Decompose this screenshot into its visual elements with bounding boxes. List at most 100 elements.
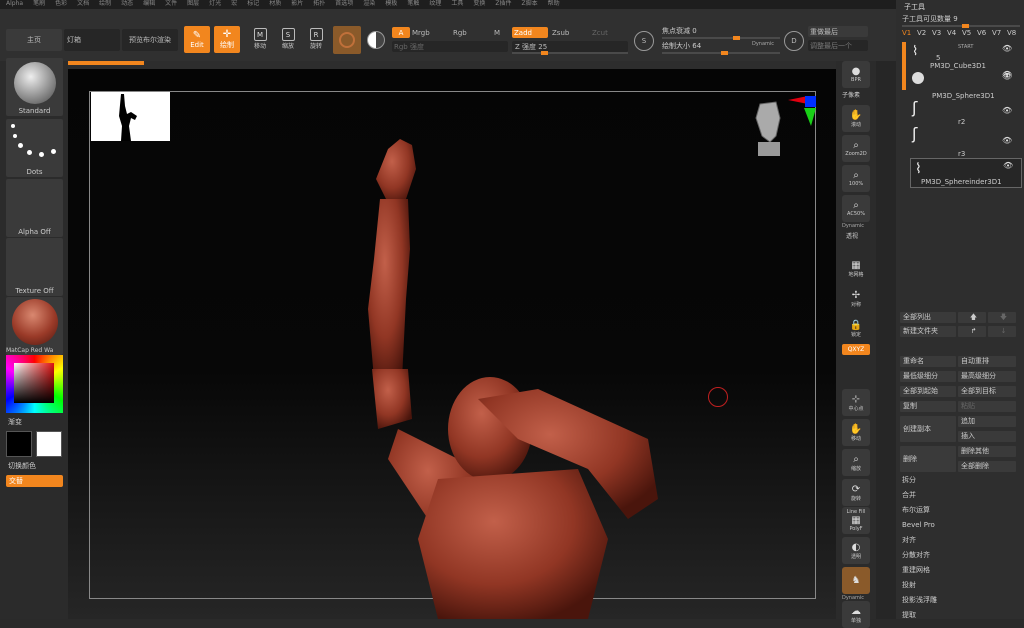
all-to-top-button[interactable]: 全部到起始	[900, 386, 956, 397]
version-tab[interactable]: V5	[962, 29, 971, 37]
version-tab[interactable]: V3	[932, 29, 941, 37]
menu-item[interactable]: 灯光	[209, 0, 221, 9]
menu-item[interactable]: 文件	[165, 0, 177, 9]
insert-button[interactable]: 插入	[958, 431, 1016, 442]
z-intensity-slider[interactable]: Z 强度 25	[512, 41, 628, 52]
version-tab[interactable]: V2	[917, 29, 926, 37]
subtool-menu-item[interactable]: 拆分	[900, 474, 1018, 486]
menu-item[interactable]: 编辑	[143, 0, 155, 9]
menu-item[interactable]: 笔刷	[33, 0, 45, 9]
highest-subdiv-button[interactable]: 最高级细分	[958, 371, 1016, 382]
new-folder-button[interactable]: 新建文件夹	[900, 326, 956, 337]
menu-item[interactable]: 动态	[121, 0, 133, 9]
sculpt-model[interactable]	[328, 139, 668, 619]
move-button[interactable]: M 移动	[249, 26, 271, 52]
actual-size-button[interactable]: ⌕ 100%	[842, 165, 870, 192]
draw-size-track[interactable]	[662, 51, 780, 55]
eye-icon[interactable]: 👁	[1003, 161, 1013, 170]
texture-selector[interactable]: Texture Off	[6, 238, 63, 296]
subtool-menu-item[interactable]: 提取	[900, 609, 1018, 621]
m-button[interactable]: M	[490, 27, 504, 38]
alpha-selector[interactable]: Alpha Off	[6, 179, 63, 237]
eye-icon[interactable]: 👁	[1002, 106, 1012, 115]
subtool-row[interactable]: PM3D_Sphere3D1 👁	[910, 70, 1022, 100]
scroll-button[interactable]: ✋ 滚动	[842, 105, 870, 132]
scroll-indicator[interactable]	[902, 42, 906, 90]
perspective-button[interactable]: 透视	[846, 231, 858, 240]
subtool-menu-item[interactable]: 投射	[900, 579, 1018, 591]
version-tab[interactable]: V7	[992, 29, 1001, 37]
draw-button[interactable]: ✛ 绘制	[214, 26, 240, 53]
lock-button[interactable]: 🔒 锁定	[842, 315, 870, 342]
scale-button[interactable]: S 缩放	[277, 26, 299, 52]
menu-item[interactable]: 渲染	[363, 0, 375, 9]
lightbox-button[interactable]: 灯箱	[64, 29, 120, 51]
secondary-color-swatch[interactable]	[36, 431, 62, 457]
subtool-menu-item[interactable]: 对齐	[900, 534, 1018, 546]
menu-item[interactable]: 首选项	[335, 0, 353, 9]
paste-button[interactable]: 粘贴	[958, 401, 1016, 412]
subtool-row[interactable]: ʃ r3 👁	[910, 124, 1022, 158]
menu-item[interactable]: 纹理	[429, 0, 441, 9]
stroke-selector[interactable]: Dots	[6, 119, 63, 177]
document-canvas[interactable]	[68, 69, 836, 619]
menu-item[interactable]: 宏	[231, 0, 237, 9]
menu-item[interactable]: 影片	[291, 0, 303, 9]
menu-item[interactable]: 绘制	[99, 0, 111, 9]
bpr-button[interactable]: ● BPR	[842, 61, 870, 88]
subtool-row-selected[interactable]: ⌇ PM3D_Sphereinder3D1 👁	[910, 158, 1022, 188]
zoom2d-button[interactable]: ⌕ Zoom2D	[842, 135, 870, 162]
subtool-menu-item[interactable]: 布尔运算	[900, 504, 1018, 516]
gradient-label[interactable]: 渐变	[8, 417, 22, 427]
visible-count-knob[interactable]	[962, 24, 969, 28]
frame-center-button[interactable]: ⊹ 中心点	[842, 389, 870, 416]
version-tab[interactable]: V6	[977, 29, 986, 37]
focal-shift-track[interactable]	[662, 36, 780, 40]
replay-last-relative-button[interactable]: 调整最后一个	[808, 40, 868, 51]
color-mode-button[interactable]	[364, 28, 388, 52]
version-tab[interactable]: V1	[902, 29, 911, 37]
zsub-button[interactable]: Zsub	[552, 27, 588, 38]
rgb-button[interactable]: Rgb	[453, 27, 483, 38]
menu-item[interactable]: 图层	[187, 0, 199, 9]
lowest-subdiv-button[interactable]: 最低级细分	[900, 371, 956, 382]
focal-shift-knob[interactable]	[732, 36, 740, 40]
subtool-row[interactable]: ʃ r2 👁	[910, 98, 1022, 128]
orientation-gizmo[interactable]	[748, 84, 818, 174]
list-all-button[interactable]: 全部列出	[900, 312, 956, 323]
move-to-button[interactable]: ↱	[958, 326, 986, 337]
menu-item[interactable]: 标记	[247, 0, 259, 9]
move-down-button[interactable]: 🡇	[988, 312, 1016, 323]
replay-last-button[interactable]: 重做最后	[808, 26, 868, 37]
s-button[interactable]: S	[634, 31, 654, 51]
move-view-button[interactable]: ✋ 移动	[842, 419, 870, 446]
menu-item[interactable]: 材质	[269, 0, 281, 9]
z-intensity-track[interactable]	[512, 51, 628, 55]
all-to-target-button[interactable]: 全部到目标	[958, 386, 1016, 397]
alternate-button[interactable]: 交替	[6, 475, 63, 487]
menu-item[interactable]: 文档	[77, 0, 89, 9]
navigation-thumbnail[interactable]	[91, 92, 170, 141]
color-picker[interactable]	[6, 355, 63, 413]
dynamic-toggle[interactable]: Dynamic	[752, 41, 774, 47]
switch-color-button[interactable]: 切换颜色	[8, 461, 36, 471]
zadd-button[interactable]: Zadd	[512, 27, 548, 38]
delete-button[interactable]: 删除	[900, 446, 956, 472]
menu-item[interactable]: Z插件	[495, 0, 511, 9]
delete-all-button[interactable]: 全部删除	[958, 461, 1016, 472]
subtool-list[interactable]: ⌇ START 5 👁 PM3D_Cube3D1 👁 PM3D_Sphere3D…	[910, 42, 1022, 190]
visible-count-slider[interactable]: 子工具可见数量 9	[902, 14, 1022, 24]
subtool-menu-item[interactable]: Bevel Pro	[900, 519, 1018, 531]
xyz-button[interactable]: QXYZ	[842, 344, 870, 355]
z-intensity-knob[interactable]	[541, 51, 548, 55]
material-selector[interactable]: MatCap Red Wa	[6, 297, 63, 355]
menu-item[interactable]: 工具	[451, 0, 463, 9]
menu-item[interactable]: 模板	[385, 0, 397, 9]
transparent-button[interactable]: ◐ 透明	[842, 537, 870, 564]
focal-shift-slider[interactable]: 焦点衰减 0	[662, 26, 782, 37]
move-up-button[interactable]: 🡅	[958, 312, 986, 323]
mrgb-button[interactable]: Mrgb	[412, 27, 448, 38]
version-tab[interactable]: V4	[947, 29, 956, 37]
eye-icon[interactable]: 👁	[1002, 72, 1012, 81]
eye-icon[interactable]: 👁	[1002, 136, 1012, 145]
